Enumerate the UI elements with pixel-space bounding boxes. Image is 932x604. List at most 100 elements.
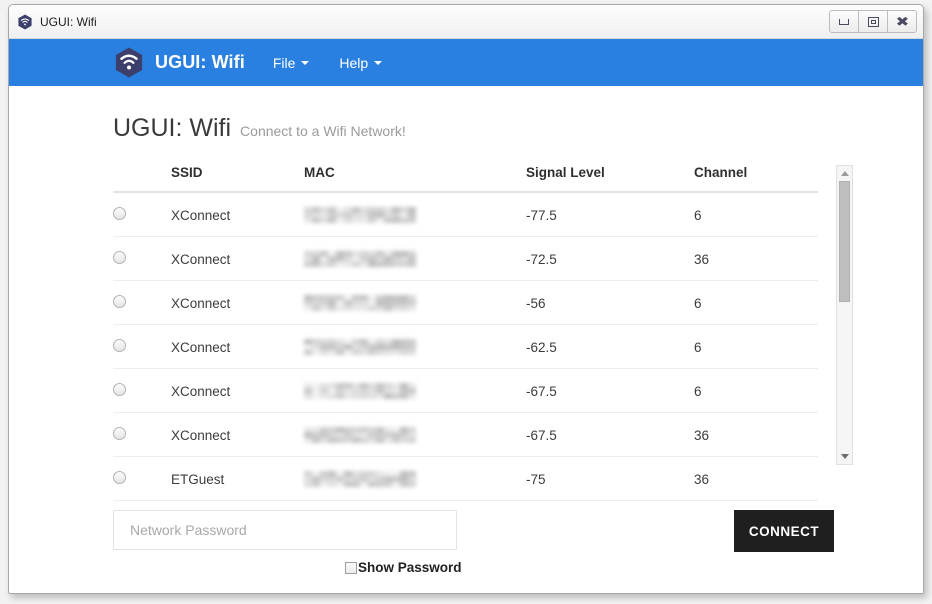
table-header: SSID MAC Signal Level Channel: [113, 165, 818, 193]
maximize-button[interactable]: [858, 10, 888, 33]
minimize-button[interactable]: [829, 10, 859, 33]
networks-table-container: SSID MAC Signal Level Channel XConnect -7…: [113, 165, 853, 501]
network-radio-button[interactable]: [113, 295, 126, 308]
table-row[interactable]: XConnect -56 6: [113, 280, 818, 325]
wifi-hexagon-icon: [18, 13, 32, 30]
connect-button[interactable]: CONNECT: [734, 510, 834, 552]
mac-redacted-icon: [304, 295, 416, 311]
cell-channel: 6: [694, 368, 818, 413]
title-bar: UGUI: Wifi ✖: [9, 5, 923, 39]
cell-mac: [304, 192, 526, 237]
navbar-brand[interactable]: UGUI: Wifi: [114, 46, 245, 79]
wifi-hexagon-icon: [115, 47, 143, 78]
cell-channel: 36: [694, 456, 818, 501]
table-header-row: SSID MAC Signal Level Channel: [113, 165, 818, 193]
row-select-cell: [113, 280, 171, 325]
table-row[interactable]: ETGuest -75 36: [113, 456, 818, 501]
cell-ssid: XConnect: [171, 324, 304, 369]
cell-mac: [304, 412, 526, 457]
networks-table: SSID MAC Signal Level Channel XConnect -7…: [113, 165, 818, 501]
navbar: UGUI: Wifi File Help: [9, 39, 923, 86]
close-icon: ✖: [895, 14, 909, 29]
cell-channel: 36: [694, 236, 818, 281]
network-radio-button[interactable]: [113, 251, 126, 264]
page-subtitle: Connect to a Wifi Network!: [240, 123, 406, 139]
cell-mac: [304, 280, 526, 325]
scrollbar-up-button[interactable]: [837, 166, 852, 181]
scrollbar-thumb[interactable]: [839, 181, 850, 302]
cell-signal-level: -62.5: [526, 324, 694, 369]
maximize-icon: [867, 16, 879, 27]
cell-ssid: XConnect: [171, 280, 304, 325]
window-title: UGUI: Wifi: [40, 14, 97, 29]
mac-redacted-icon: [304, 471, 416, 487]
row-select-cell: [113, 412, 171, 457]
page-title: UGUI: Wifi: [113, 114, 232, 142]
content-area: UGUI: Wifi Connect to a Wifi Network! SS…: [9, 86, 923, 593]
table-row[interactable]: XConnect -67.5 6: [113, 368, 818, 413]
minimize-icon: [839, 18, 849, 25]
page-header: UGUI: Wifi Connect to a Wifi Network!: [9, 114, 923, 143]
mac-redacted-icon: [304, 383, 416, 399]
row-select-cell: [113, 456, 171, 501]
show-password-row: Show Password: [113, 560, 835, 575]
application-window: UGUI: Wifi ✖ UGUI: Wifi File Help UGUI: …: [8, 4, 924, 594]
column-header-select: [113, 165, 171, 193]
cell-channel: 6: [694, 280, 818, 325]
network-password-input[interactable]: [113, 510, 457, 550]
cell-ssid: XConnect: [171, 412, 304, 457]
mac-redacted-icon: [304, 207, 416, 223]
cell-channel: 36: [694, 412, 818, 457]
cell-mac: [304, 368, 526, 413]
mac-redacted-icon: [304, 427, 416, 443]
cell-signal-level: -56: [526, 280, 694, 325]
cell-ssid: XConnect: [171, 236, 304, 281]
table-row[interactable]: XConnect -67.5 36: [113, 412, 818, 457]
cell-signal-level: -75: [526, 456, 694, 501]
navbar-brand-label: UGUI: Wifi: [155, 52, 245, 72]
cell-channel: 6: [694, 192, 818, 237]
cell-signal-level: -67.5: [526, 412, 694, 457]
chevron-down-icon: [301, 60, 310, 65]
network-radio-button[interactable]: [113, 427, 126, 440]
cell-signal-level: -67.5: [526, 368, 694, 413]
cell-mac: [304, 324, 526, 369]
cell-mac: [304, 456, 526, 501]
column-header-signal-level: Signal Level: [526, 165, 694, 193]
nav-menu-file-label: File: [272, 54, 296, 71]
screen: UGUI: Wifi ✖ UGUI: Wifi File Help UGUI: …: [0, 0, 932, 604]
chevron-down-icon: [840, 454, 849, 459]
nav-menu-help[interactable]: Help: [339, 55, 383, 71]
row-select-cell: [113, 192, 171, 237]
table-scrollbar[interactable]: [836, 165, 853, 465]
close-button[interactable]: ✖: [887, 10, 917, 33]
table-row[interactable]: XConnect -77.5 6: [113, 192, 818, 237]
column-header-ssid: SSID: [171, 165, 304, 193]
network-radio-button[interactable]: [113, 207, 126, 220]
chevron-up-icon: [840, 171, 849, 176]
row-select-cell: [113, 236, 171, 281]
show-password-checkbox[interactable]: [345, 561, 357, 574]
column-header-mac: MAC: [304, 165, 526, 193]
scrollbar-down-button[interactable]: [837, 449, 852, 464]
table-body: XConnect -77.5 6 XConnect -72.5 36 XConnect -56…: [113, 192, 818, 501]
network-radio-button[interactable]: [113, 339, 126, 352]
table-row[interactable]: XConnect -72.5 36: [113, 236, 818, 281]
table-row[interactable]: XConnect -62.5 6: [113, 324, 818, 369]
nav-menu-file[interactable]: File: [273, 55, 310, 71]
column-header-channel: Channel: [694, 165, 818, 193]
cell-ssid: XConnect: [171, 192, 304, 237]
cell-ssid: XConnect: [171, 368, 304, 413]
mac-redacted-icon: [304, 339, 416, 355]
scrollbar-track[interactable]: [837, 181, 852, 449]
connect-form: CONNECT Show Password: [113, 510, 835, 575]
chevron-down-icon: [374, 60, 383, 65]
window-controls: ✖: [829, 10, 917, 33]
row-select-cell: [113, 324, 171, 369]
network-radio-button[interactable]: [113, 471, 126, 484]
mac-redacted-icon: [304, 251, 416, 267]
cell-mac: [304, 236, 526, 281]
show-password-label[interactable]: Show Password: [358, 560, 462, 575]
network-radio-button[interactable]: [113, 383, 126, 396]
cell-channel: 6: [694, 324, 818, 369]
